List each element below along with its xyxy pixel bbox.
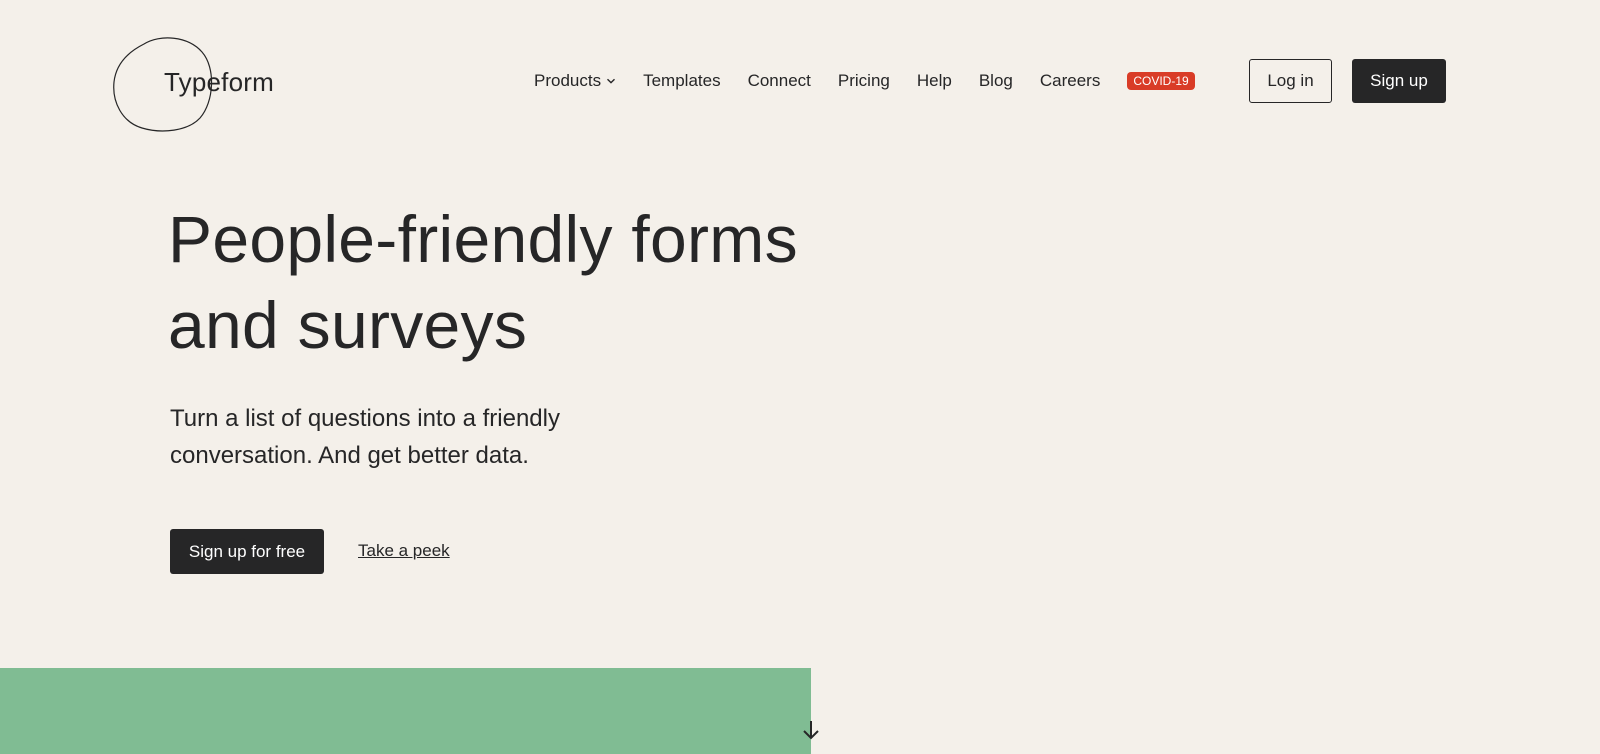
take-a-peek-link[interactable]: Take a peek [358, 541, 450, 561]
nav-item-products[interactable]: Products [534, 71, 616, 91]
covid-19-badge[interactable]: COVID-19 [1127, 72, 1195, 90]
logo-text: Typeform [164, 67, 274, 97]
signup-button[interactable]: Sign up [1352, 59, 1446, 103]
green-media-panel [0, 668, 811, 754]
hero-subtitle-line-1: Turn a list of questions into a friendly [170, 405, 560, 432]
arrow-down-icon[interactable] [800, 719, 822, 741]
login-button[interactable]: Log in [1249, 59, 1332, 103]
hero-subtitle-line-2: conversation. And get better data. [170, 442, 529, 469]
nav-item-pricing[interactable]: Pricing [838, 71, 890, 91]
nav-item-label: Products [534, 71, 602, 90]
nav-item-help[interactable]: Help [917, 71, 952, 91]
hero-title-line-2: and surveys [168, 288, 528, 362]
nav-item-templates[interactable]: Templates [643, 71, 720, 91]
typeform-logo[interactable]: Typeform [112, 36, 274, 132]
nav-item-connect[interactable]: Connect [748, 71, 811, 91]
nav-item-careers[interactable]: Careers [1040, 71, 1100, 91]
hero-subtitle: Turn a list of questions into a friendly… [170, 400, 640, 474]
hero-title-line-1: People-friendly forms [168, 202, 798, 276]
main-nav: Products Templates Connect Pricing Help … [534, 69, 1195, 93]
signup-for-free-button[interactable]: Sign up for free [170, 529, 324, 574]
hero-title: People-friendly forms and surveys [168, 196, 888, 368]
chevron-down-icon [607, 78, 616, 84]
nav-item-blog[interactable]: Blog [979, 71, 1013, 91]
